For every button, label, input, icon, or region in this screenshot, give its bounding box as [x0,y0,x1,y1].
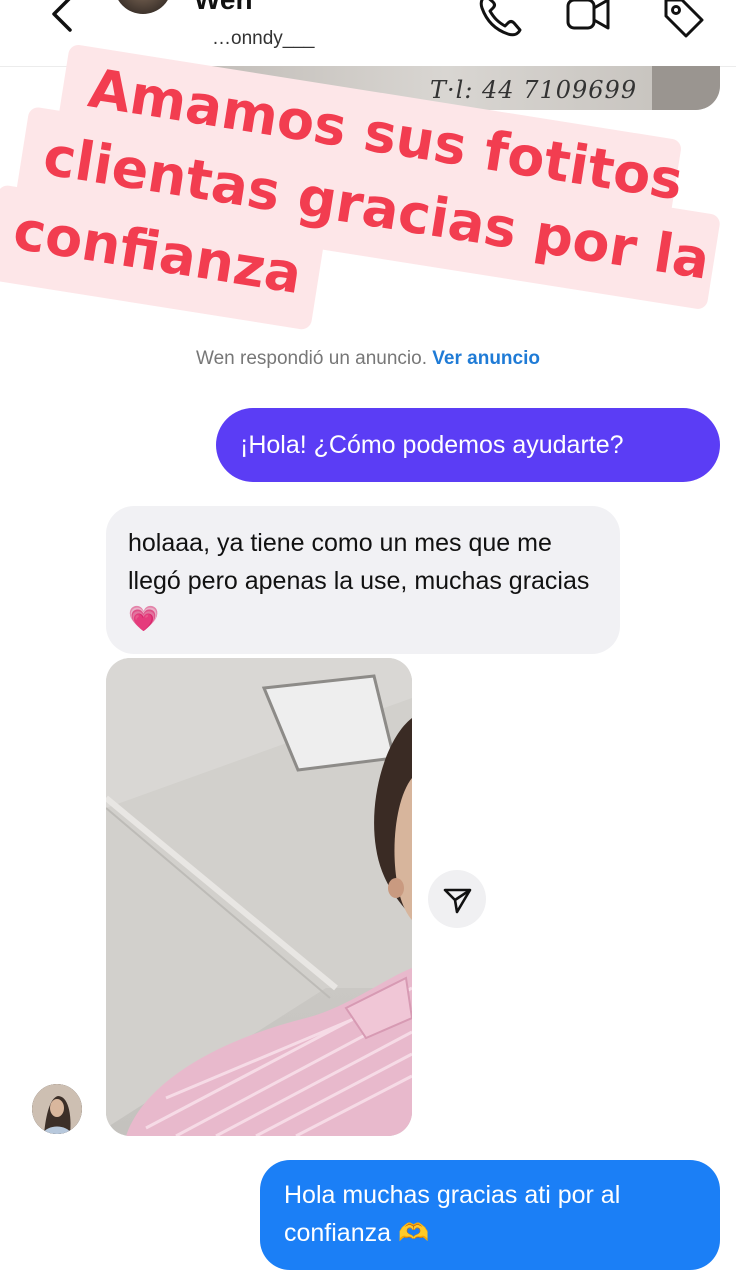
photo-content [106,658,412,1136]
chevron-left-icon[interactable] [44,0,84,36]
phone-icon[interactable] [474,0,526,42]
message-text: ¡Hola! ¿Cómo podemos ayudarte? [240,431,624,459]
ad-handwriting: T·l: 44 7109699 [430,76,638,104]
message-text: Hola muchas gracias ati por al confianza… [284,1181,621,1247]
tag-icon[interactable] [658,0,710,42]
share-button[interactable] [428,870,486,928]
video-camera-icon[interactable] [562,0,614,42]
ad-thumbnail [652,66,720,110]
message-incoming[interactable]: holaaa, ya tiene como un mes que me lleg… [106,506,620,654]
contact-handle: …onndy___ [212,28,315,49]
avatar[interactable] [114,0,172,14]
message-outgoing[interactable]: Hola muchas gracias ati por al confianza… [260,1160,720,1270]
send-icon [443,888,472,914]
avatar[interactable] [32,1084,82,1134]
message-photo[interactable] [106,658,412,1136]
message-text: holaaa, ya tiene como un mes que me lleg… [128,529,590,633]
contact-name[interactable]: Wen [194,0,253,16]
avatar-image [32,1084,82,1134]
